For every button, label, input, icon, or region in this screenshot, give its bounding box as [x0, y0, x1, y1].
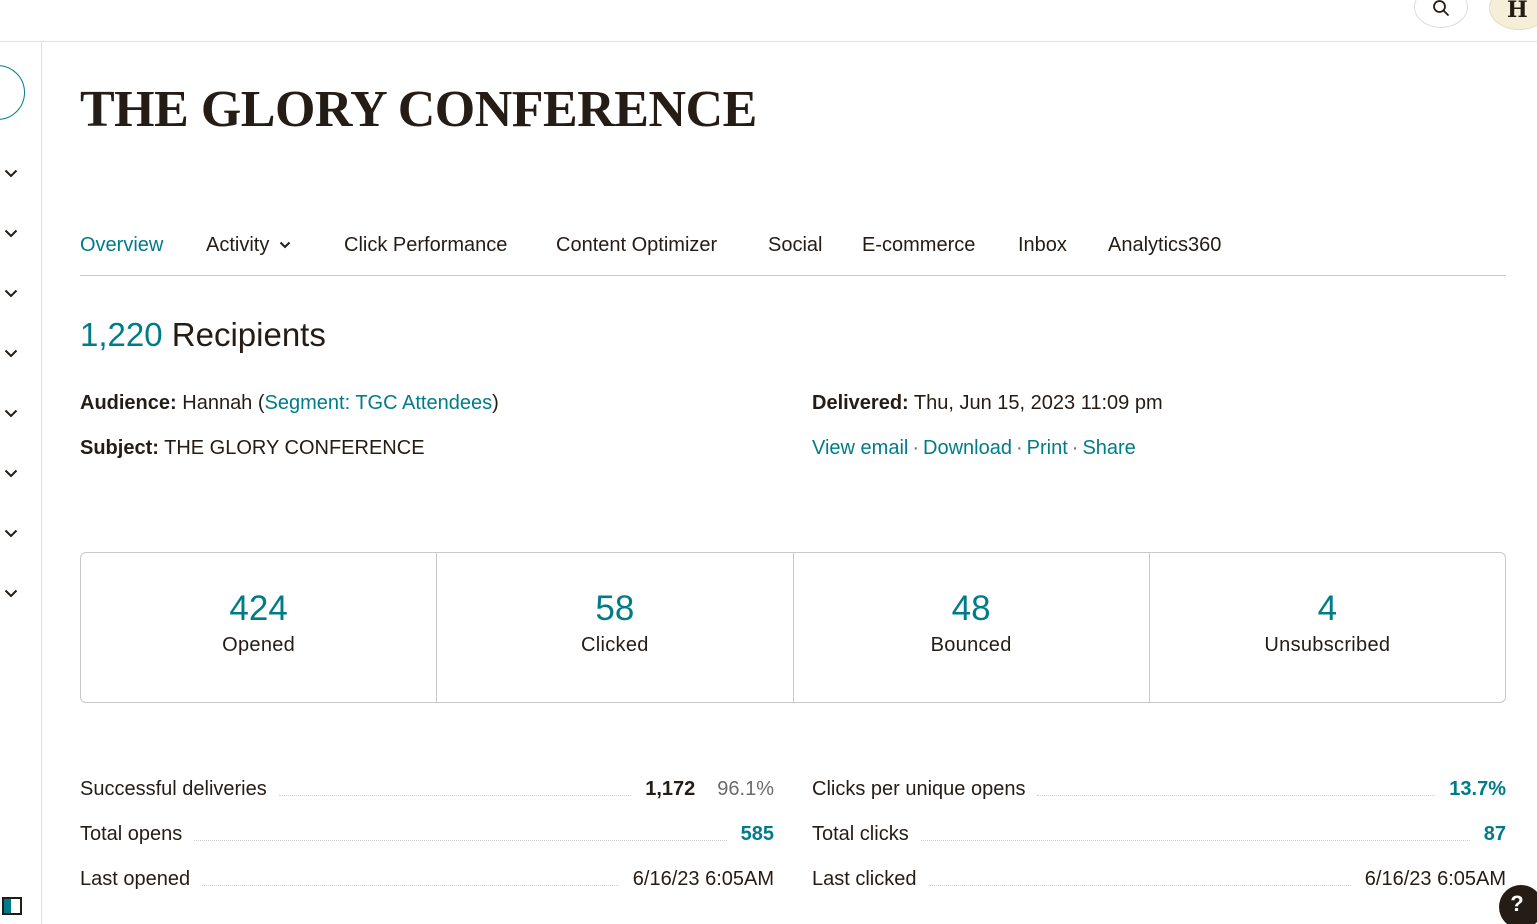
detail-row: Last clicked 6/16/23 6:05AM: [812, 868, 1506, 913]
stat-label: Clicked: [581, 633, 649, 656]
details-left: Successful deliveries 1,172 96.1% Total …: [80, 778, 774, 913]
audience-close: ): [492, 392, 499, 414]
stat-value: 4: [1317, 589, 1338, 628]
separator: ·: [1071, 437, 1079, 459]
separator: ·: [1015, 437, 1023, 459]
panel-toggle-icon[interactable]: [2, 897, 22, 915]
tab-social[interactable]: Social: [768, 234, 822, 257]
detail-row: Total clicks 87: [812, 823, 1506, 868]
stat-label: Unsubscribed: [1264, 633, 1391, 656]
left-rail: [0, 42, 42, 924]
tab-overview[interactable]: Overview: [80, 234, 163, 257]
report-tabs: Overview Activity Click Performance Cont…: [80, 226, 1506, 276]
stat-clicked[interactable]: 58 Clicked: [437, 553, 794, 702]
tab-activity-label: Activity: [206, 234, 270, 256]
tab-activity[interactable]: Activity: [206, 234, 291, 257]
tab-content-optimizer[interactable]: Content Optimizer: [556, 234, 717, 257]
tab-inbox[interactable]: Inbox: [1018, 234, 1067, 257]
chevron-down-icon[interactable]: [3, 407, 19, 419]
email-actions: View email · Download · Print · Share: [812, 437, 1136, 460]
tab-click-performance[interactable]: Click Performance: [344, 234, 507, 257]
avatar[interactable]: H: [1489, 0, 1537, 30]
top-bar: H: [0, 0, 1537, 42]
dotted-leader: [928, 868, 1351, 886]
stat-value: 58: [595, 589, 635, 628]
chevron-down-icon[interactable]: [3, 527, 19, 539]
subject-label: Subject:: [80, 437, 159, 459]
subject-row: Subject: THE GLORY CONFERENCE: [80, 437, 425, 460]
chevron-down-icon[interactable]: [3, 167, 19, 179]
subject-value: THE GLORY CONFERENCE: [164, 437, 425, 459]
detail-percent: 96.1%: [717, 778, 774, 800]
detail-label: Successful deliveries: [80, 778, 267, 800]
stat-value: 48: [951, 589, 991, 628]
audience-label: Audience:: [80, 392, 177, 414]
chevron-down-icon[interactable]: [3, 347, 19, 359]
stat-value: 424: [229, 589, 288, 628]
delivered-value: Thu, Jun 15, 2023 11:09 pm: [913, 392, 1163, 414]
chevron-down-icon[interactable]: [3, 587, 19, 599]
page-title: THE GLORY CONFERENCE: [80, 81, 757, 138]
recipients-label: Recipients: [171, 316, 326, 353]
stats-panel: 424 Opened 58 Clicked 48 Bounced 4 Unsub…: [80, 552, 1506, 703]
stat-unsubscribed[interactable]: 4 Unsubscribed: [1150, 553, 1505, 702]
detail-label: Total opens: [80, 823, 183, 845]
recipients-count: 1,220: [80, 316, 163, 353]
detail-value: 6/16/23 6:05AM: [632, 868, 774, 890]
detail-value-link[interactable]: 13.7%: [1449, 778, 1506, 801]
delivered-label: Delivered:: [812, 392, 909, 414]
dotted-leader: [202, 868, 619, 886]
tab-analytics360[interactable]: Analytics360: [1108, 234, 1221, 257]
detail-value: 1,172: [645, 778, 696, 800]
detail-row: Successful deliveries 1,172 96.1%: [80, 778, 774, 823]
chevron-down-icon[interactable]: [3, 227, 19, 239]
audience-name: Hannah (: [182, 392, 265, 414]
detail-value-link[interactable]: 585: [741, 823, 774, 846]
chevron-down-icon[interactable]: [3, 287, 19, 299]
dotted-leader: [920, 823, 1470, 841]
detail-label: Clicks per unique opens: [812, 778, 1026, 800]
audience-row: Audience: Hannah (Segment: TGC Attendees…: [80, 392, 499, 415]
help-button[interactable]: ?: [1499, 885, 1537, 924]
detail-label: Last clicked: [812, 868, 917, 890]
create-button[interactable]: [0, 65, 25, 120]
detail-label: Last opened: [80, 868, 191, 890]
view-email-link[interactable]: View email: [812, 437, 908, 459]
dotted-leader: [278, 778, 632, 796]
detail-row: Clicks per unique opens 13.7%: [812, 778, 1506, 823]
separator: ·: [912, 437, 920, 459]
details-right: Clicks per unique opens 13.7% Total clic…: [812, 778, 1506, 913]
share-link[interactable]: Share: [1082, 437, 1135, 459]
print-link[interactable]: Print: [1027, 437, 1068, 459]
search-button[interactable]: [1414, 0, 1468, 28]
download-link[interactable]: Download: [923, 437, 1012, 459]
stat-label: Opened: [222, 633, 296, 656]
dotted-leader: [1037, 778, 1436, 796]
detail-value: 6/16/23 6:05AM: [1364, 868, 1506, 890]
stat-bounced[interactable]: 48 Bounced: [794, 553, 1150, 702]
stat-opened[interactable]: 424 Opened: [81, 553, 438, 702]
delivered-row: Delivered: Thu, Jun 15, 2023 11:09 pm: [812, 392, 1163, 415]
detail-label: Total clicks: [812, 823, 909, 845]
chevron-down-icon: [279, 232, 291, 255]
detail-row: Last opened 6/16/23 6:05AM: [80, 868, 774, 913]
detail-row: Total opens 585: [80, 823, 774, 868]
segment-link[interactable]: Segment: TGC Attendees: [265, 392, 493, 414]
stat-label: Bounced: [930, 633, 1012, 656]
tab-ecommerce[interactable]: E-commerce: [862, 234, 975, 257]
search-icon: [1433, 0, 1449, 16]
detail-value-link[interactable]: 87: [1484, 823, 1506, 846]
dotted-leader: [194, 823, 727, 841]
chevron-down-icon[interactable]: [3, 467, 19, 479]
recipients-heading: 1,220 Recipients: [80, 316, 326, 354]
